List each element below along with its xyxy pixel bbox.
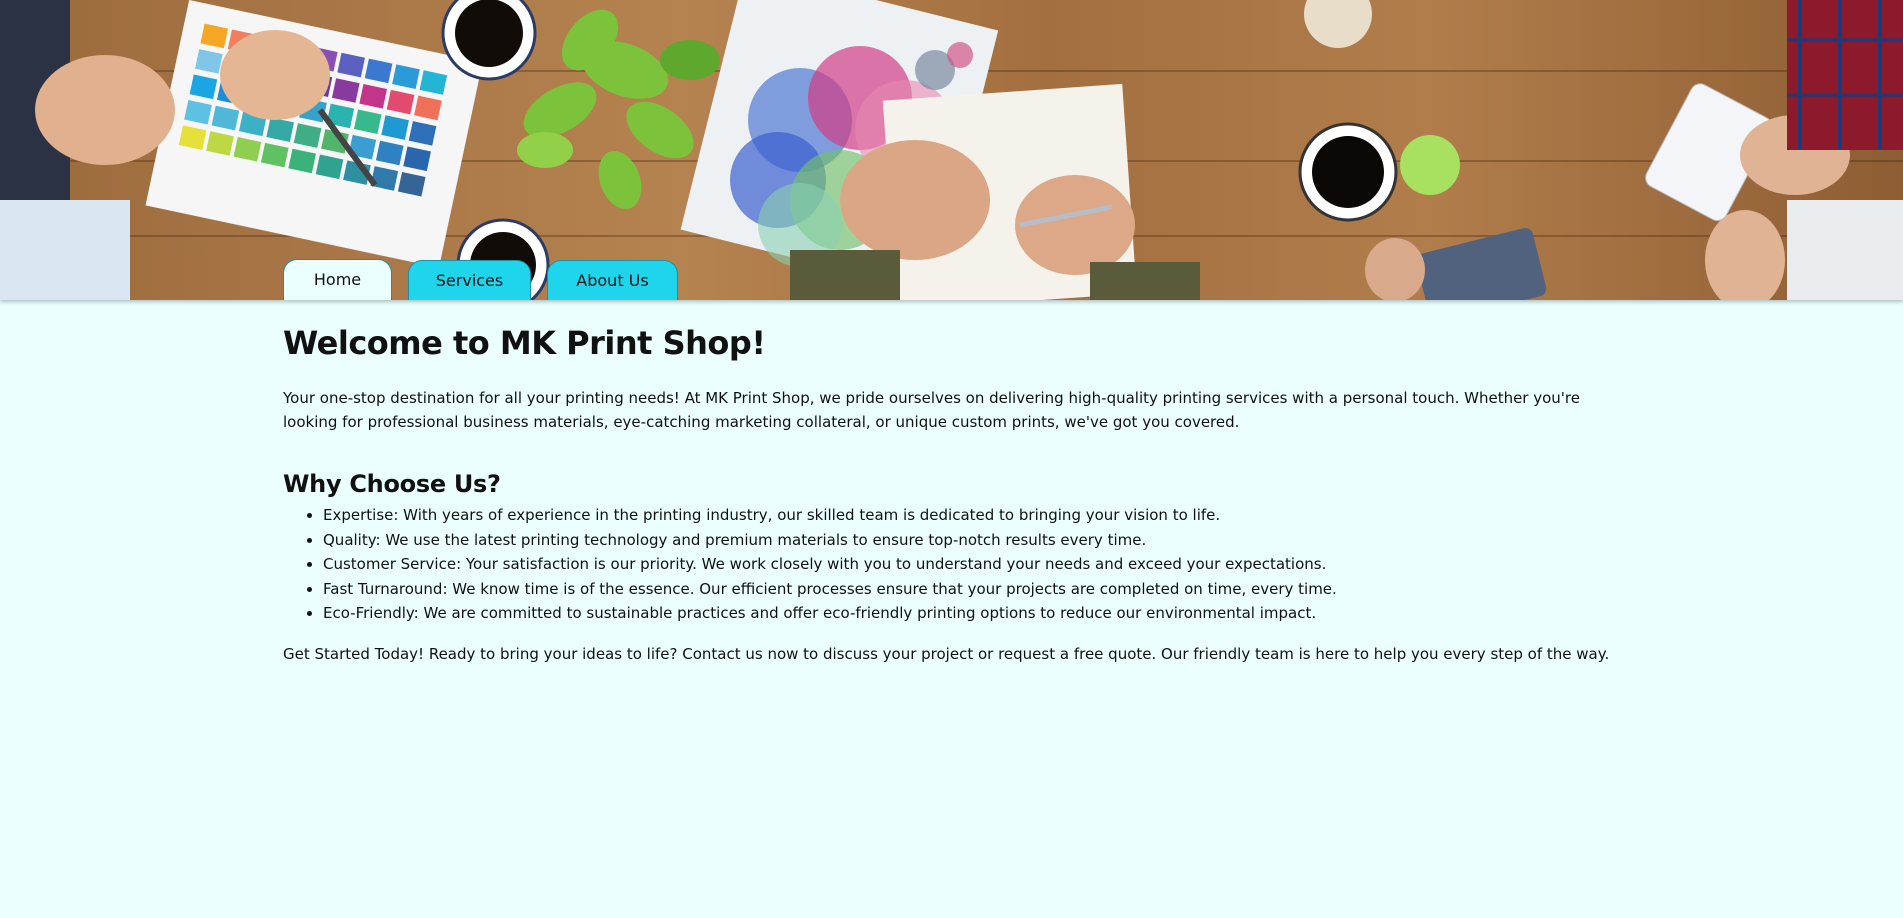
list-item: Expertise: With years of experience in t… <box>323 503 1613 528</box>
tab-home[interactable]: Home <box>283 259 392 300</box>
page-title: Welcome to MK Print Shop! <box>283 324 766 362</box>
get-started-paragraph: Get Started Today! Ready to bring your i… <box>283 644 1610 663</box>
intro-paragraph: Your one-stop destination for all your p… <box>283 389 1580 431</box>
tab-services[interactable]: Services <box>408 260 531 300</box>
main-content: Welcome to MK Print Shop! Your one-stop … <box>283 300 1613 666</box>
list-item: Quality: We use the latest printing tech… <box>323 528 1613 553</box>
list-item: Fast Turnaround: We know time is of the … <box>323 577 1613 602</box>
why-choose-us-heading: Why Choose Us? <box>283 470 501 498</box>
list-item: Customer Service: Your satisfaction is o… <box>323 552 1613 577</box>
tab-about-us[interactable]: About Us <box>547 260 678 300</box>
list-item: Eco-Friendly: We are committed to sustai… <box>323 601 1613 626</box>
office-desk-photo-icon <box>0 0 1903 300</box>
header-banner: Home Services About Us <box>0 0 1903 300</box>
why-choose-us-list: Expertise: With years of experience in t… <box>283 503 1613 626</box>
main-nav-tabs: Home Services About Us <box>283 259 678 300</box>
